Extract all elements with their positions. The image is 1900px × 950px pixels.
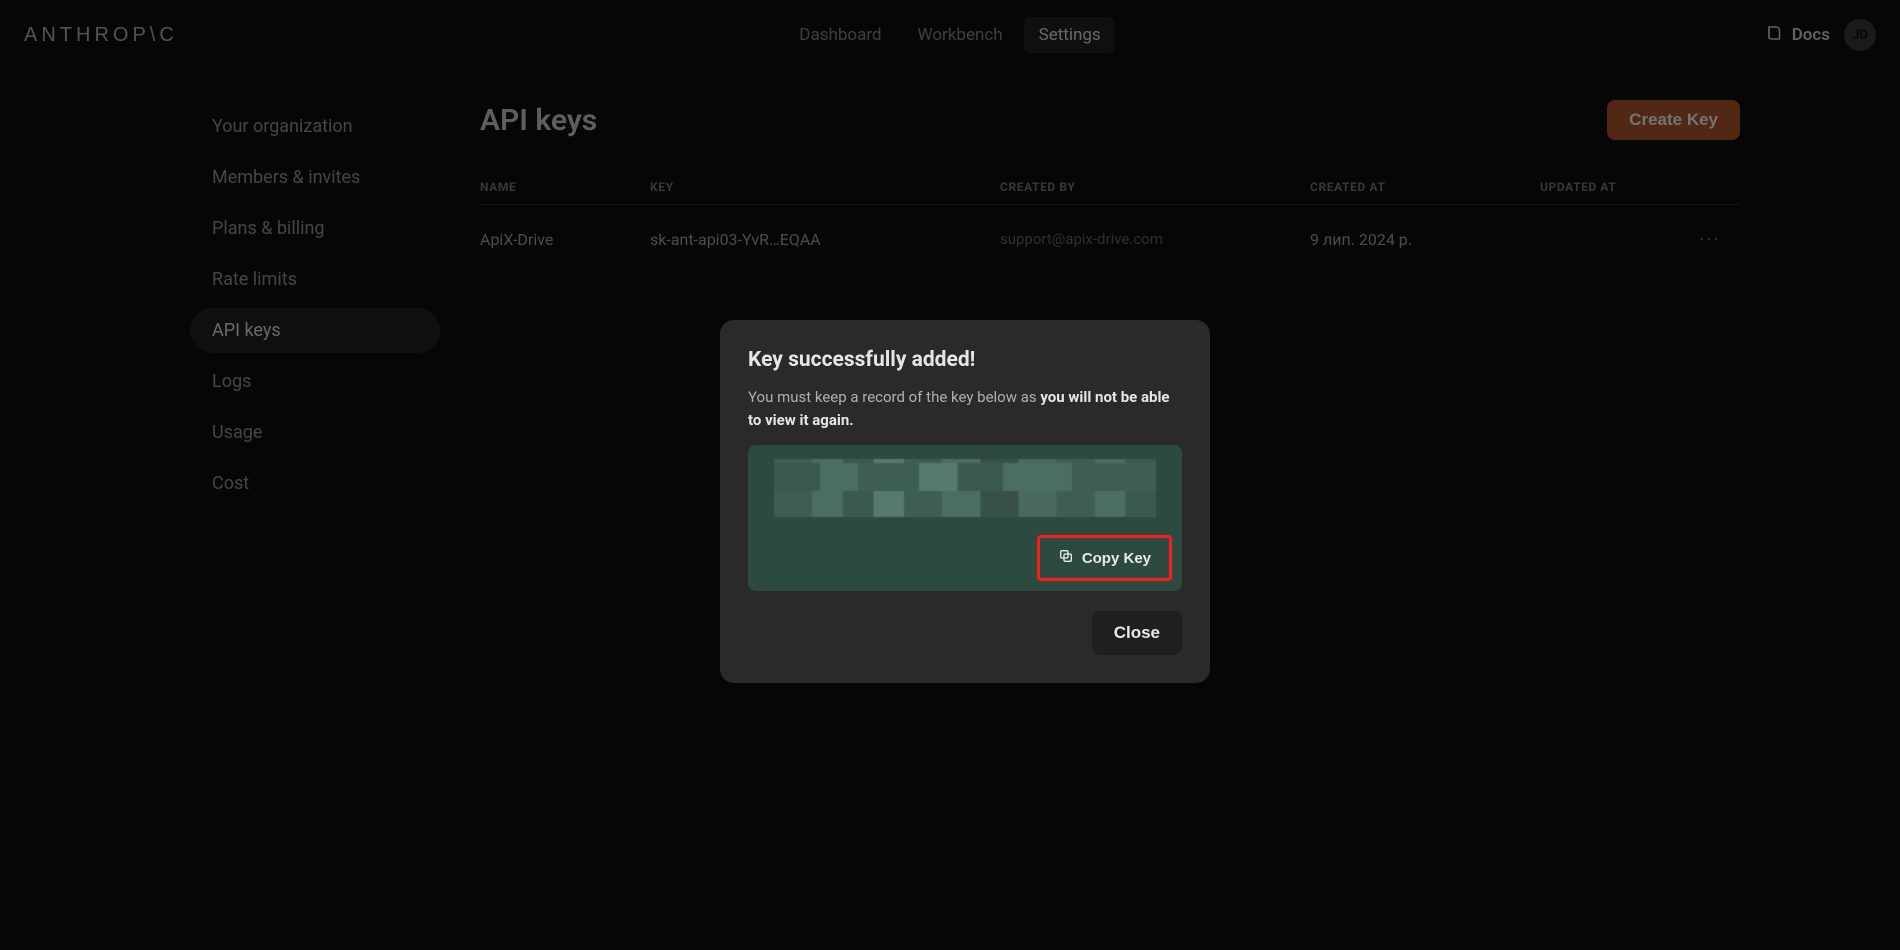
copy-key-button[interactable]: Copy Key: [1037, 535, 1172, 581]
copy-key-label: Copy Key: [1082, 550, 1151, 567]
modal-title: Key successfully added!: [748, 348, 1182, 372]
modal-subtitle: You must keep a record of the key below …: [748, 386, 1182, 431]
close-button[interactable]: Close: [1092, 611, 1182, 655]
key-added-modal: Key successfully added! You must keep a …: [720, 320, 1210, 683]
modal-sub-pre: You must keep a record of the key below …: [748, 388, 1040, 406]
copy-icon: [1058, 548, 1074, 568]
modal-actions: Close: [748, 611, 1182, 655]
key-display-block: Copy Key: [748, 445, 1182, 591]
copy-row: Copy Key: [748, 525, 1182, 591]
key-value-obscured: [774, 459, 1156, 517]
